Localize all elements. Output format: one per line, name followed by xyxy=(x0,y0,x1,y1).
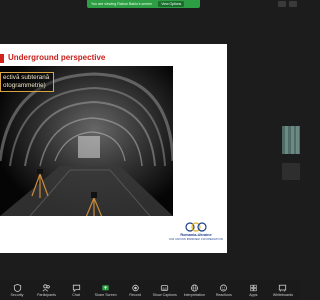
window-controls xyxy=(278,1,297,7)
slide-title: Underground perspective xyxy=(8,53,106,62)
meeting-toolbar: Security Participants Chat Share Screen … xyxy=(0,280,300,300)
shield-icon xyxy=(13,284,21,292)
apps-icon xyxy=(250,284,257,292)
globe-icon xyxy=(190,284,198,292)
participants-button[interactable]: Participants xyxy=(36,284,58,297)
show-captions-button[interactable]: Show Captions xyxy=(153,284,177,297)
reactions-button[interactable]: Reactions xyxy=(213,284,235,297)
tunnel-photo: ectivă subterană otogrammetrie) xyxy=(0,66,173,216)
view-button[interactable] xyxy=(289,1,297,7)
screen-share-banner: You are viewing Rabun Babiu's screen Vie… xyxy=(87,0,200,8)
whiteboards-button[interactable]: Whiteboards xyxy=(272,284,294,297)
share-screen-button[interactable]: Share Screen xyxy=(95,284,117,297)
whiteboard-icon xyxy=(279,284,287,292)
share-banner-text: You are viewing Rabun Babiu's screen xyxy=(91,2,153,6)
caption-line-1: ectivă subterană xyxy=(3,74,50,81)
logo-rings-icon xyxy=(185,222,207,232)
title-accent-bar xyxy=(0,54,4,63)
caption-box: ectivă subterană otogrammetrie) xyxy=(0,72,55,92)
view-options-button[interactable]: View Options xyxy=(158,1,185,7)
security-button[interactable]: Security xyxy=(6,284,28,297)
record-icon xyxy=(131,284,139,292)
share-screen-icon xyxy=(102,285,109,291)
captions-icon xyxy=(161,285,169,291)
record-button[interactable]: Record xyxy=(124,284,146,297)
participant-tile[interactable] xyxy=(282,163,300,180)
interpretation-button[interactable]: Interpretation xyxy=(183,284,205,297)
participant-video-thumbnail[interactable] xyxy=(282,126,300,154)
chat-icon xyxy=(72,284,80,292)
reactions-icon xyxy=(220,284,228,292)
participants-icon xyxy=(42,284,50,292)
caption-line-2: otogrammetrie) xyxy=(3,82,46,89)
fullscreen-button[interactable] xyxy=(278,1,286,7)
chat-button[interactable]: Chat xyxy=(65,284,87,297)
apps-button[interactable]: Apps xyxy=(242,284,264,297)
logo-subtitle: UNI CROSS BORDER COOPERATION xyxy=(169,237,223,241)
shared-slide: Underground perspective ectivă subterană… xyxy=(0,44,227,253)
program-logo: Romania-Ukraine UNI CROSS BORDER COOPERA… xyxy=(168,222,224,250)
